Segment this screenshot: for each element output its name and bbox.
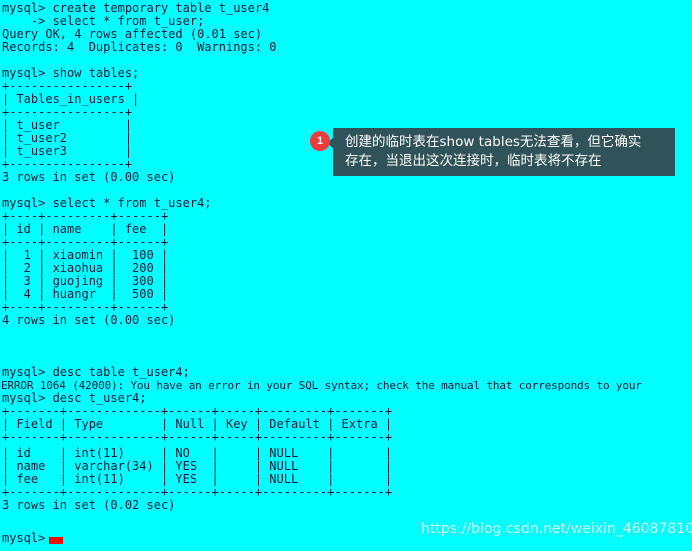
annotation-badge: 1 [310, 131, 330, 151]
watermark-url: https://blog.csdn.net/weixin_46087810 [421, 521, 692, 537]
terminal-line: 4 rows in set (0.00 sec) [2, 313, 176, 327]
terminal-line: mysql> desc table t_user4; [2, 365, 190, 379]
terminal-cursor [49, 537, 63, 544]
terminal-window[interactable]: mysql> create temporary table t_user4 ->… [0, 0, 692, 551]
terminal-line: Records: 4 Duplicates: 0 Warnings: 0 [2, 40, 277, 54]
terminal-line: 3 rows in set (0.02 sec) [2, 498, 176, 512]
annotation-text-line-2: 存在，当退出这次连接时，临时表将不存在 [345, 153, 602, 169]
annotation-text-line-1: 创建的临时表在show tables无法查看，但它确实 [345, 134, 642, 150]
annotation-tooltip: 创建的临时表在show tables无法查看，但它确实 存在，当退出这次连接时，… [333, 128, 675, 176]
terminal-line: 3 rows in set (0.00 sec) [2, 170, 176, 184]
annotation-callout: 1 创建的临时表在show tables无法查看，但它确实 存在，当退出这次连接… [310, 128, 675, 178]
terminal-line: +-------+-------------+------+-----+----… [2, 430, 393, 444]
terminal-prompt-line: mysql> [2, 531, 46, 545]
